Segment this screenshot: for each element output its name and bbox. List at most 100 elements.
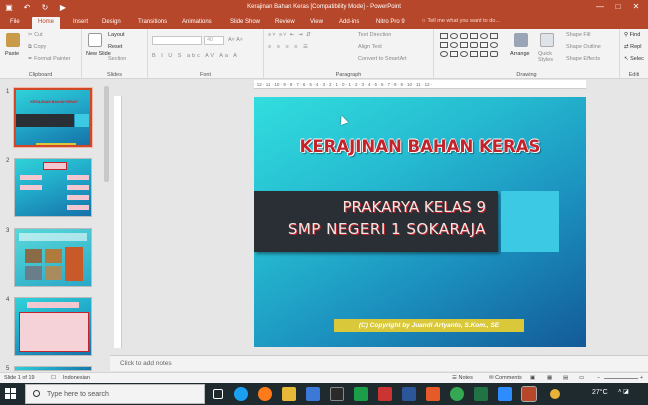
app-icon[interactable] <box>330 387 344 401</box>
comments-toggle[interactable]: ✉ Comments <box>489 375 522 381</box>
copyright-banner[interactable]: (C) Copyright by Juandi Artyanto, S.Kom.… <box>334 319 524 332</box>
store-icon[interactable] <box>306 387 320 401</box>
shadow-button[interactable]: S <box>178 53 184 59</box>
zoom-out-icon[interactable]: − <box>597 375 600 381</box>
tab-transitions[interactable]: Transitions <box>138 18 167 27</box>
font-color-button[interactable]: A <box>233 53 239 59</box>
tab-insert[interactable]: Insert <box>73 18 88 27</box>
word-icon[interactable] <box>402 387 416 401</box>
zoom-slider[interactable] <box>604 378 638 379</box>
strikethrough-button[interactable]: abc <box>187 53 202 59</box>
slide-thumbnail-4[interactable] <box>14 297 92 356</box>
thumbnail-scrollbar[interactable] <box>104 86 109 182</box>
tab-animations[interactable]: Animations <box>182 18 212 27</box>
find-icon: ⚲ <box>624 32 629 38</box>
find-button[interactable]: ⚲ Find <box>624 32 640 38</box>
char-spacing-button[interactable]: AV <box>205 53 216 59</box>
font-name-field[interactable] <box>152 36 202 45</box>
search-icon <box>33 390 40 397</box>
paste-icon[interactable] <box>6 33 20 47</box>
thumbnail-number: 3 <box>6 228 10 234</box>
notes-toggle[interactable]: ☰ Notes <box>452 375 473 381</box>
slide-thumbnail-2[interactable] <box>14 158 92 217</box>
slide-thumbnail-3[interactable] <box>14 228 92 287</box>
edge-icon[interactable] <box>234 387 248 401</box>
maximize-button[interactable]: □ <box>612 2 624 11</box>
change-case-button[interactable]: Aa <box>219 53 230 59</box>
notes-pane[interactable]: Click to add notes <box>110 355 648 371</box>
copy-button[interactable]: ⧉ Copy <box>28 44 46 51</box>
app-red-icon[interactable] <box>378 387 392 401</box>
powerpoint-icon[interactable] <box>521 386 537 402</box>
tab-home[interactable]: Home <box>32 17 61 29</box>
arrange-button[interactable]: Arrange <box>510 51 530 57</box>
italic-button[interactable]: I <box>161 53 165 59</box>
align-text-button[interactable]: Align Text <box>358 44 382 50</box>
taskbar-search-placeholder: Type here to search <box>47 391 109 398</box>
vertical-ruler <box>114 96 122 348</box>
system-tray-icon[interactable]: ˄ ◪ <box>618 388 629 395</box>
shape-effects-button[interactable]: Shape Effects <box>566 56 600 62</box>
weather-icon[interactable] <box>550 389 560 399</box>
chrome-icon[interactable] <box>450 387 464 401</box>
layout-button[interactable]: Layout <box>108 32 125 38</box>
taskbar-search[interactable]: Type here to search <box>25 384 205 404</box>
start-button[interactable] <box>5 388 16 399</box>
reset-button[interactable]: Reset <box>108 44 122 50</box>
slide-thumbnail-1[interactable]: KERAJINAN BAHAN KERAS <box>13 87 93 148</box>
select-button[interactable]: ↖ Selec <box>624 56 644 62</box>
convert-smartart-button[interactable]: Convert to SmartArt <box>358 56 407 62</box>
slide-canvas[interactable]: KERAJINAN BAHAN KERAS PRAKARYA KELAS 9 S… <box>254 97 586 347</box>
spellcheck-icon[interactable]: ☐ <box>51 375 56 381</box>
bold-button[interactable]: B <box>152 53 158 59</box>
app-green-icon[interactable] <box>354 387 368 401</box>
grow-font-icon[interactable]: A˅ A˄ <box>228 37 243 43</box>
new-slide-icon[interactable] <box>88 33 102 47</box>
app-orange-icon[interactable] <box>426 387 440 401</box>
paste-button[interactable]: Paste <box>5 51 19 57</box>
tell-me-search[interactable]: ☼ Tell me what you want to do... <box>421 18 500 24</box>
list-buttons[interactable]: ≡˅ ≡˅ ⇤ ⇥ ⇵ <box>268 32 312 38</box>
align-buttons[interactable]: ≡ ≡ ≡ ≡ ☰ <box>268 44 310 50</box>
underline-button[interactable]: U <box>168 53 174 59</box>
tab-view[interactable]: View <box>310 18 323 27</box>
font-format-buttons[interactable]: B I U S abc AV Aa A <box>152 53 239 59</box>
reading-view-icon[interactable]: ▤ <box>563 375 568 381</box>
replace-button[interactable]: ⇄ Repl <box>624 44 641 50</box>
close-button[interactable]: ✕ <box>630 2 642 11</box>
thumbnail-number: 2 <box>6 158 10 164</box>
zoom-app-icon[interactable] <box>498 387 512 401</box>
tab-design[interactable]: Design <box>102 18 121 27</box>
tab-file[interactable]: File <box>10 18 20 27</box>
file-explorer-icon[interactable] <box>282 387 296 401</box>
language-indicator[interactable]: Indonesian <box>63 375 90 381</box>
slide-thumbnail-5[interactable] <box>14 366 92 371</box>
font-size-field[interactable]: 40 <box>204 36 224 45</box>
tab-add-ins[interactable]: Add-ins <box>339 18 359 27</box>
tab-review[interactable]: Review <box>275 18 295 27</box>
normal-view-icon[interactable]: ▣ <box>530 375 535 381</box>
shape-outline-button[interactable]: Shape Outline <box>566 44 601 50</box>
thumbnail-number: 4 <box>6 297 10 303</box>
tab-slide-show[interactable]: Slide Show <box>230 18 260 27</box>
tab-nitro-pro[interactable]: Nitro Pro 9 <box>376 18 405 27</box>
arrange-icon[interactable] <box>514 33 528 47</box>
text-direction-button[interactable]: Text Direction <box>358 32 391 38</box>
quick-styles-icon[interactable] <box>540 33 554 47</box>
excel-icon[interactable] <box>474 387 488 401</box>
slide-sorter-icon[interactable]: ▦ <box>547 375 552 381</box>
minimize-button[interactable]: — <box>594 2 606 11</box>
notes-placeholder: Click to add notes <box>120 360 172 367</box>
zoom-in-icon[interactable]: + <box>640 375 643 381</box>
subtitle-box[interactable]: PRAKARYA KELAS 9 SMP NEGERI 1 SOKARAJA <box>254 191 498 252</box>
quick-styles-button[interactable]: Quick Styles <box>538 51 560 63</box>
cut-button[interactable]: ✂ Cut <box>28 32 43 38</box>
slide-title[interactable]: KERAJINAN BAHAN KERAS <box>254 137 586 156</box>
font-group: 40 A˅ A˄ B I U S abc AV Aa A Font <box>148 29 264 79</box>
task-view-icon[interactable] <box>213 389 223 399</box>
format-painter-button[interactable]: ✒ Format Painter <box>28 56 71 62</box>
firefox-icon[interactable] <box>258 387 272 401</box>
slideshow-view-icon[interactable]: ▭ <box>579 375 584 381</box>
section-button[interactable]: Section <box>108 56 126 62</box>
shape-fill-button[interactable]: Shape Fill <box>566 32 590 38</box>
